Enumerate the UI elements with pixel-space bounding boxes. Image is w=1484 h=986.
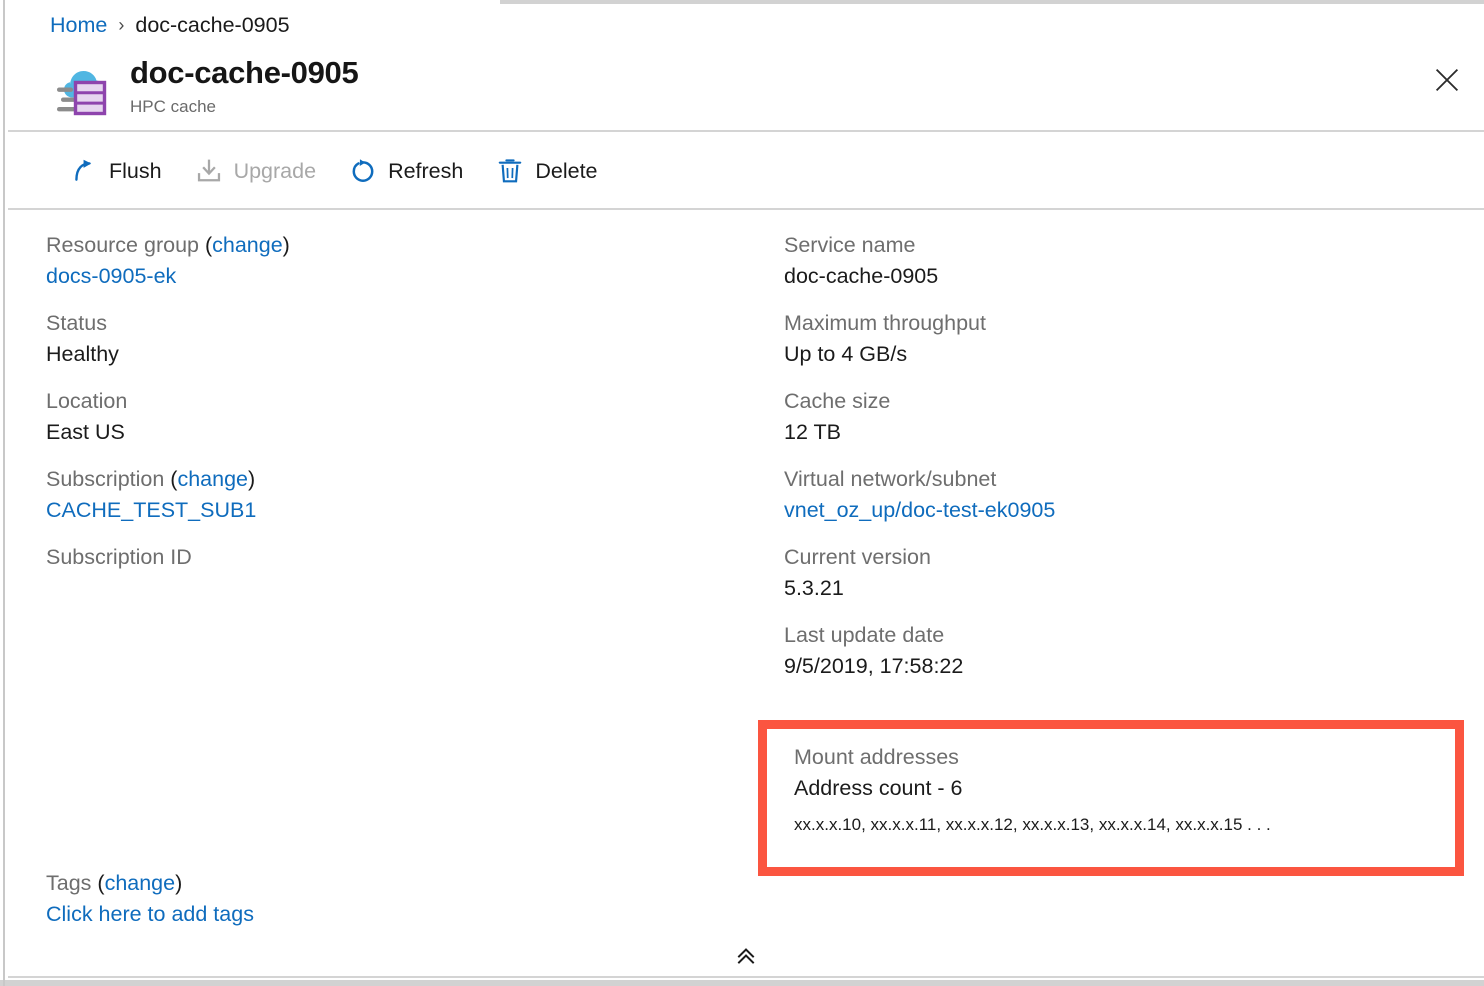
subscription-change-link[interactable]: change [177, 467, 248, 491]
download-upgrade-icon [196, 158, 222, 184]
subscription-id-label: Subscription ID [46, 542, 746, 573]
virtual-network-value: vnet_oz_up/doc-test-ek0905 [784, 495, 1464, 526]
close-button[interactable] [1424, 57, 1470, 103]
mount-addresses-highlight-box: Mount addresses Address count - 6 xx.x.x… [758, 720, 1464, 876]
upgrade-button[interactable]: Upgrade [179, 147, 333, 195]
tags-change-link[interactable]: change [105, 871, 176, 895]
resource-title-group: doc-cache-0905 HPC cache [130, 54, 358, 117]
bottom-chrome-strip [0, 980, 1484, 986]
resource-group-value: docs-0905-ek [46, 261, 746, 292]
mount-addresses-count: Address count - 6 [794, 773, 1455, 804]
hpc-cache-icon [50, 58, 110, 118]
azure-portal-resource-overview: Home › doc-cache-0905 [0, 0, 1484, 986]
field-maximum-throughput: Maximum throughput Up to 4 GB/s [784, 308, 1464, 369]
status-value: Healthy [46, 339, 746, 370]
trash-can-icon [497, 158, 523, 184]
refresh-circular-arrow-icon [350, 158, 376, 184]
breadcrumb-current-item: doc-cache-0905 [135, 13, 289, 38]
resource-type-subtitle: HPC cache [130, 97, 358, 117]
resource-group-change-link[interactable]: change [212, 233, 283, 257]
maximum-throughput-label: Maximum throughput [784, 308, 1464, 339]
left-gutter-border [3, 0, 5, 986]
last-update-date-value: 9/5/2019, 17:58:22 [784, 651, 1464, 682]
flush-button[interactable]: Flush [54, 147, 179, 195]
maximum-throughput-value: Up to 4 GB/s [784, 339, 1464, 370]
service-name-value: doc-cache-0905 [784, 261, 1464, 292]
breadcrumb-chevron-icon: › [118, 16, 124, 34]
status-label: Status [46, 308, 746, 339]
flush-arrow-icon [71, 158, 97, 184]
resource-group-link[interactable]: docs-0905-ek [46, 264, 176, 288]
virtual-network-link[interactable]: vnet_oz_up/doc-test-ek0905 [784, 498, 1055, 522]
resource-header: doc-cache-0905 HPC cache [50, 54, 358, 118]
field-virtual-network: Virtual network/subnet vnet_oz_up/doc-te… [784, 464, 1464, 525]
refresh-button[interactable]: Refresh [333, 147, 480, 195]
breadcrumb-home-link[interactable]: Home [50, 13, 107, 38]
breadcrumb: Home › doc-cache-0905 [50, 8, 290, 42]
field-service-name: Service name doc-cache-0905 [784, 230, 1464, 291]
subscription-label: Subscription (change) [46, 464, 746, 495]
field-last-update-date: Last update date 9/5/2019, 17:58:22 [784, 620, 1464, 681]
field-resource-group: Resource group (change) docs-0905-ek [46, 230, 746, 291]
field-status: Status Healthy [46, 308, 746, 369]
essentials-left-column: Resource group (change) docs-0905-ek Sta… [46, 230, 746, 573]
page-title: doc-cache-0905 [130, 56, 358, 91]
mount-addresses-label: Mount addresses [794, 742, 1455, 773]
field-cache-size: Cache size 12 TB [784, 386, 1464, 447]
subscription-value: CACHE_TEST_SUB1 [46, 495, 746, 526]
field-subscription-id: Subscription ID [46, 542, 746, 573]
upgrade-button-label: Upgrade [234, 159, 316, 184]
mount-addresses-list: xx.x.x.10, xx.x.x.11, xx.x.x.12, xx.x.x.… [794, 814, 1455, 836]
refresh-button-label: Refresh [388, 159, 463, 184]
current-version-label: Current version [784, 542, 1464, 573]
field-current-version: Current version 5.3.21 [784, 542, 1464, 603]
virtual-network-label: Virtual network/subnet [784, 464, 1464, 495]
cache-size-value: 12 TB [784, 417, 1464, 448]
subscription-label-text: Subscription [46, 467, 164, 491]
location-label: Location [46, 386, 746, 417]
add-tags-link[interactable]: Click here to add tags [46, 902, 254, 926]
cache-size-label: Cache size [784, 386, 1464, 417]
delete-button[interactable]: Delete [480, 147, 614, 195]
last-update-date-label: Last update date [784, 620, 1464, 651]
resource-group-label-text: Resource group [46, 233, 199, 257]
essentials-section: Resource group (change) docs-0905-ek Sta… [8, 212, 1484, 940]
essentials-right-column: Service name doc-cache-0905 Maximum thro… [784, 230, 1464, 681]
resource-group-label: Resource group (change) [46, 230, 746, 261]
command-bar: Flush Upgrade Refresh [8, 134, 1484, 210]
subscription-link[interactable]: CACHE_TEST_SUB1 [46, 498, 256, 522]
current-version-value: 5.3.21 [784, 573, 1464, 604]
close-icon [1434, 67, 1460, 93]
field-location: Location East US [46, 386, 746, 447]
collapse-essentials-button[interactable] [8, 940, 1484, 978]
tags-label: Tags (change) [46, 868, 254, 899]
delete-button-label: Delete [535, 159, 597, 184]
field-tags: Tags (change) Click here to add tags [46, 868, 254, 929]
field-mount-addresses: Mount addresses Address count - 6 xx.x.x… [767, 729, 1455, 836]
field-subscription: Subscription (change) CACHE_TEST_SUB1 [46, 464, 746, 525]
tags-value: Click here to add tags [46, 899, 254, 930]
service-name-label: Service name [784, 230, 1464, 261]
flush-button-label: Flush [109, 159, 162, 184]
tags-label-text: Tags [46, 871, 91, 895]
location-value: East US [46, 417, 746, 448]
breadcrumb-and-header-panel: Home › doc-cache-0905 [8, 4, 1484, 132]
double-chevron-up-icon [734, 944, 758, 973]
